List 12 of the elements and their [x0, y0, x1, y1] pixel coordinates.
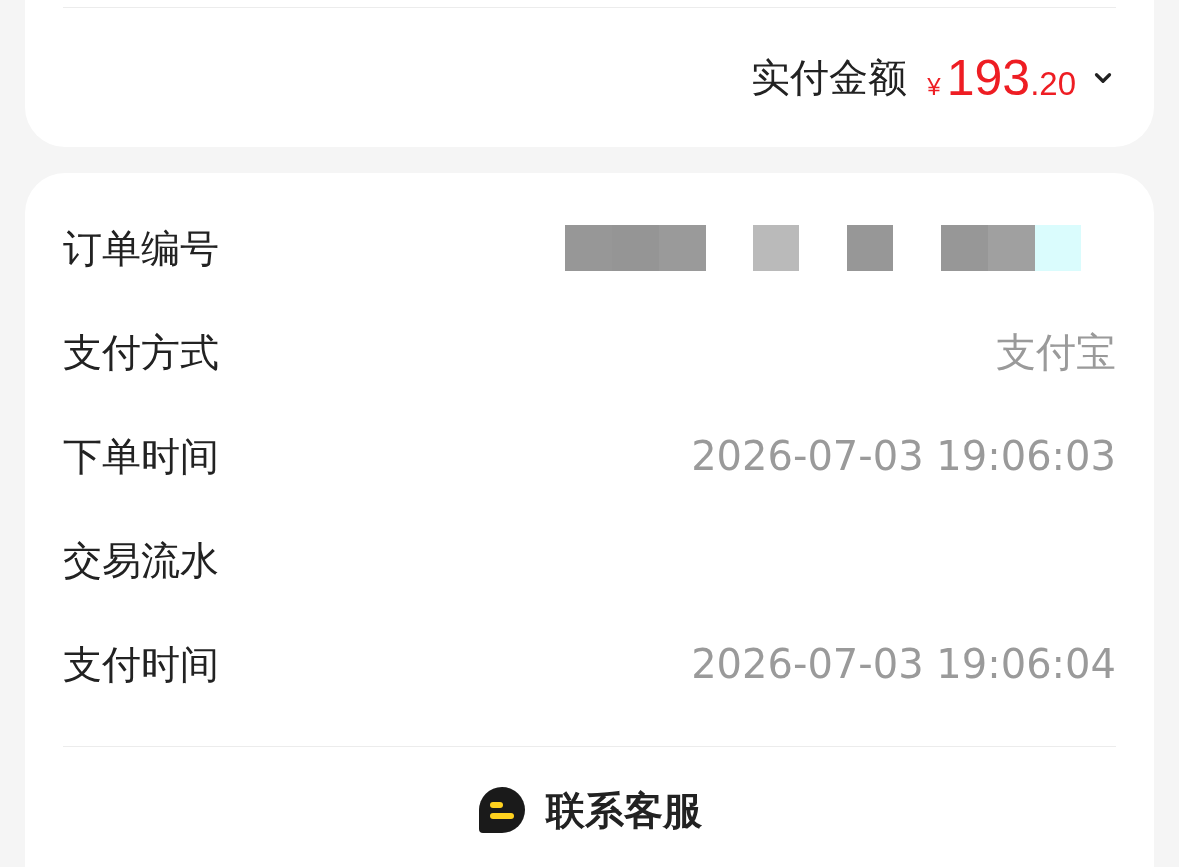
info-value: 2026-07-03 19:06:04 — [691, 644, 1116, 684]
info-label: 交易流水 — [63, 540, 219, 580]
info-label: 支付时间 — [63, 644, 219, 684]
info-label: 下单时间 — [63, 436, 219, 476]
info-label: 支付方式 — [63, 332, 219, 372]
info-value: 2026-07-03 19:06:03 — [691, 436, 1116, 476]
contact-support-button[interactable]: 联系客服 — [477, 786, 702, 834]
chat-bubble-icon — [477, 786, 526, 834]
info-label: 订单编号 — [63, 228, 219, 268]
info-value: 支付宝 — [996, 332, 1116, 372]
paid-amount: ¥193.20 — [927, 52, 1076, 103]
amount-label: 实付金额 — [751, 58, 908, 97]
